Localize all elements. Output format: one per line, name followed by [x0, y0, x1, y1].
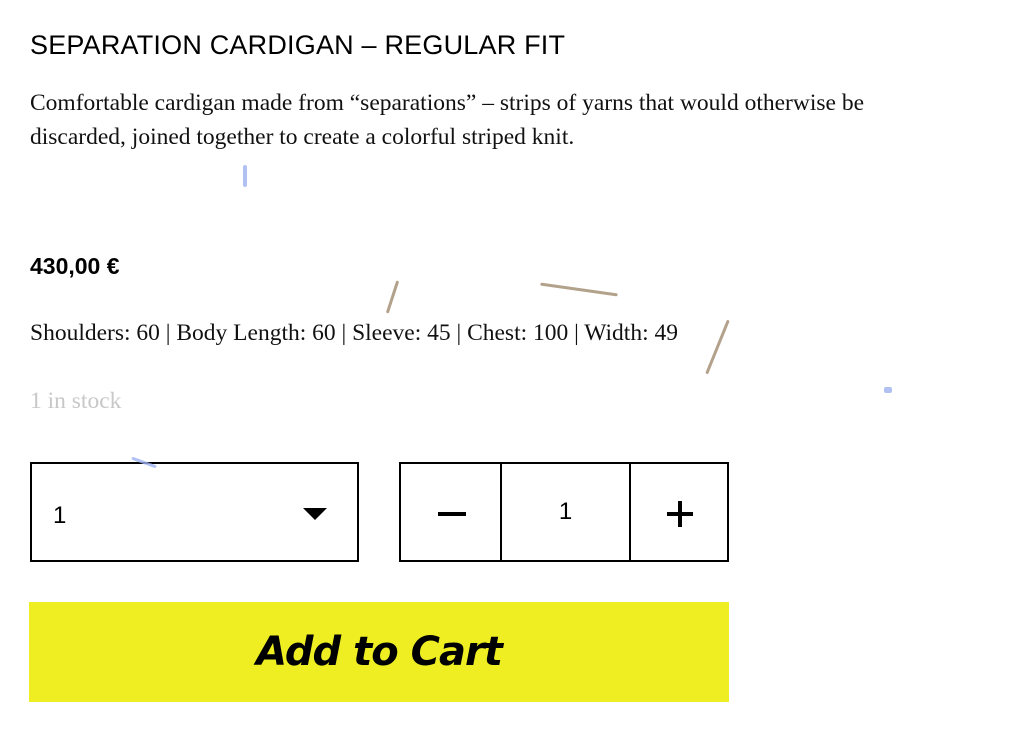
quantity-value[interactable]: 1	[502, 464, 631, 560]
stock-status: 1 in stock	[30, 388, 122, 414]
variant-select[interactable]: 1	[30, 462, 359, 562]
quantity-decrease-button[interactable]	[401, 464, 502, 560]
yarn-speck	[385, 280, 400, 314]
variant-select-value: 1	[53, 502, 67, 529]
product-price: 430,00 €	[30, 253, 120, 279]
product-description: Comfortable cardigan made from “separati…	[30, 90, 864, 150]
add-to-cart-button[interactable]: Add to Cart	[29, 602, 729, 702]
yarn-speck	[243, 165, 247, 187]
plus-icon	[667, 501, 693, 527]
quantity-increase-button[interactable]	[631, 464, 727, 560]
product-title: SEPARATION CARDIGAN – REGULAR FIT	[30, 30, 566, 60]
triangle-down-icon	[303, 508, 327, 520]
yarn-speck	[540, 282, 618, 297]
quantity-stepper: 1	[399, 462, 729, 562]
minus-icon	[438, 512, 466, 516]
yarn-speck	[884, 387, 892, 393]
product-measurements: Shoulders: 60 | Body Length: 60 | Sleeve…	[30, 320, 678, 346]
